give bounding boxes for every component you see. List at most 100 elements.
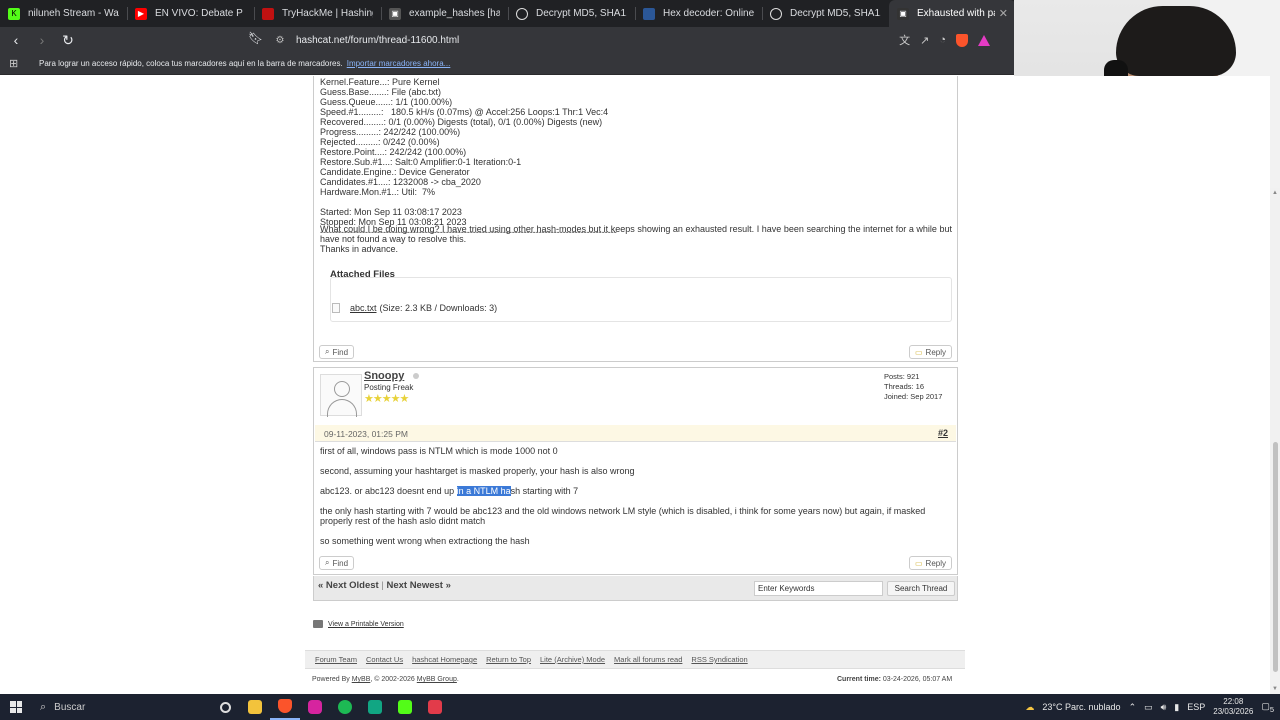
webcam-person-hair	[1116, 6, 1236, 76]
weather-icon[interactable]: ☁	[1025, 702, 1034, 713]
bookmarks-hint: Para lograr un acceso rápido, coloca tus…	[39, 59, 343, 68]
attachment-link[interactable]: abc.txt	[350, 303, 377, 313]
streaming-app-icon[interactable]	[360, 694, 390, 720]
thread-navigation: « Next Oldest | Next Newest » Enter Keyw…	[313, 576, 958, 601]
avatar[interactable]	[320, 374, 362, 417]
volume-icon[interactable]: 🔊︎	[1161, 702, 1167, 713]
user-stats: Posts: 921 Threads: 16 Joined: Sep 2017	[884, 372, 943, 401]
brave-rewards-icon[interactable]	[978, 34, 990, 46]
instagram-icon[interactable]	[300, 694, 330, 720]
language-indicator[interactable]: ESP	[1187, 702, 1205, 712]
printable-version: View a Printable Version	[313, 620, 404, 628]
status-line: Recovered........: 0/1 (0.00%) Digests (…	[320, 117, 603, 127]
footer-link[interactable]: Lite (Archive) Mode	[540, 655, 605, 664]
search-icon: ⌕	[325, 558, 330, 567]
tryhackme-icon	[262, 7, 274, 20]
browser-tab-active[interactable]: ▣Exhausted with passw✕	[889, 0, 1016, 27]
footer-link[interactable]: Mark all forums read	[614, 655, 682, 664]
spotify-icon[interactable]	[330, 694, 360, 720]
taskbar-search[interactable]: ⌕ Buscar	[40, 694, 210, 720]
footer-link[interactable]: Forum Team	[315, 655, 357, 664]
translate-icon[interactable]: 文	[899, 32, 910, 48]
mybb-link[interactable]: MyBB	[352, 676, 371, 683]
back-icon[interactable]: ‹	[6, 30, 26, 50]
reply-button[interactable]: ▭ Reply	[908, 556, 952, 570]
windows-start-icon[interactable]	[10, 701, 22, 713]
hashcat-status-output: Kernel.Feature...: Pure Kernel Guess.Base…	[320, 77, 952, 237]
system-tray: ☁ 23°C Parc. nublado ⌃ ▭ 🔊︎ ▮ ESP 22:08 2…	[1025, 697, 1280, 717]
find-button[interactable]: ⌕ Find	[319, 345, 355, 359]
search-thread-button[interactable]: Search Thread	[887, 581, 955, 596]
import-bookmarks-link[interactable]: Importar marcadores ahora...	[347, 59, 451, 68]
status-line: Kernel.Feature...: Pure Kernel	[320, 77, 440, 87]
reply-icon: ▭	[914, 558, 923, 568]
footer-link[interactable]: Return to Top	[486, 655, 531, 664]
mybb-group-link[interactable]: MyBB Group	[417, 676, 457, 683]
browser-tab[interactable]: ▣example_hashes [hashcat	[381, 0, 508, 27]
scroll-up-icon[interactable]: ▲	[1272, 190, 1278, 196]
text-selection: in a NTLM ha	[456, 486, 511, 496]
username-link[interactable]: Snoopy	[364, 370, 404, 382]
attached-files-box	[330, 277, 952, 322]
file-explorer-icon[interactable]	[240, 694, 270, 720]
network-icon[interactable]: ▭	[1144, 702, 1153, 713]
forward-icon[interactable]: ›	[32, 30, 52, 50]
browser-tab[interactable]: ▶ EN VIVO: Debate P	[127, 0, 254, 27]
battery-icon[interactable]: ▮	[1174, 702, 1179, 713]
status-line: Progress.........: 242/242 (100.00%)	[320, 127, 461, 137]
apps-grid-icon[interactable]: ⊞	[9, 57, 23, 70]
offline-status-icon	[413, 373, 419, 379]
task-view-icon[interactable]	[210, 694, 240, 720]
brave-browser-icon[interactable]	[270, 694, 300, 720]
browser-tab[interactable]: TryHackMe | Hashing Basic	[254, 0, 381, 27]
footer-link[interactable]: Contact Us	[366, 655, 403, 664]
notifications-icon[interactable]: ▢5	[1261, 701, 1274, 714]
reload-icon[interactable]: ↻	[58, 30, 78, 50]
browser-tab[interactable]: Kniluneh Stream - Watc	[0, 0, 127, 27]
user-title: Posting Freak	[364, 383, 414, 392]
page-content: Kernel.Feature...: Pure Kernel Guess.Base…	[0, 76, 1270, 694]
site-info-icon[interactable]: ⚙	[270, 35, 290, 46]
footer-link[interactable]: hashcat Homepage	[412, 655, 477, 664]
browser-tab[interactable]: Decrypt MD5, SHA1, MySQ	[762, 0, 889, 27]
status-line: Started: Mon Sep 11 03:08:17 2023	[320, 207, 462, 217]
search-icon: ⌕	[40, 700, 47, 713]
bookmark-icon[interactable]: 🔖︎	[248, 31, 263, 47]
chevron-up-icon[interactable]: ⌃	[1129, 702, 1137, 713]
share-icon[interactable]: ↗	[920, 34, 929, 47]
printable-version-link[interactable]: View a Printable Version	[328, 621, 404, 628]
next-newest-link[interactable]: Next Newest »	[386, 580, 450, 591]
post-body: first of all, windows pass is NTLM which…	[320, 446, 952, 556]
browser-tab[interactable]: Hex decoder: Online hexa	[635, 0, 762, 27]
post-question: What could I be doing wrong? I have trie…	[320, 224, 952, 254]
kick-app-icon[interactable]	[390, 694, 420, 720]
scrollbar-thumb[interactable]	[1273, 442, 1278, 672]
brave-shields-icon[interactable]	[956, 33, 968, 47]
url-text[interactable]: hashcat.net/forum/thread-11600.html	[296, 35, 459, 46]
clock[interactable]: 22:08 23/03/2026	[1213, 697, 1253, 717]
page-scrollbar[interactable]: ▲ ▼	[1270, 188, 1280, 694]
browser-toolbar: ‹ › ↻ 🔖︎ ⚙ hashcat.net/forum/thread-1160…	[0, 27, 1014, 53]
post-number-link[interactable]: #2	[938, 428, 948, 438]
status-line: Guess.Queue......: 1/1 (100.00%)	[320, 97, 453, 107]
find-button[interactable]: ⌕ Find	[319, 556, 355, 570]
status-line: Restore.Point....: 242/242 (100.00%)	[320, 147, 467, 157]
status-line: Speed.#1.........: 180.5 kH/s (0.07ms) @…	[320, 107, 609, 117]
footer-link[interactable]: RSS Syndication	[691, 655, 747, 664]
printer-icon	[313, 620, 323, 628]
thread-nav-links: « Next Oldest | Next Newest »	[318, 580, 451, 591]
status-line: Hardware.Mon.#1..: Util: 7%	[320, 187, 436, 197]
rss-icon[interactable]: ◔	[939, 34, 946, 46]
keywords-input[interactable]: Enter Keywords	[754, 581, 883, 596]
close-tab-icon[interactable]: ✕	[999, 7, 1008, 20]
weather-text[interactable]: 23°C Parc. nublado	[1042, 702, 1120, 712]
forum-footer: Forum Team Contact Us hashcat Homepage R…	[305, 650, 965, 669]
next-oldest-link[interactable]: « Next Oldest	[318, 580, 379, 591]
scroll-down-icon[interactable]: ▼	[1272, 686, 1278, 692]
address-bar[interactable]: ⚙ hashcat.net/forum/thread-11600.html 文 …	[270, 30, 990, 50]
browser-tab[interactable]: Decrypt MD5, SHA1, MySQ	[508, 0, 635, 27]
status-line: Candidate.Engine.: Device Generator	[320, 167, 470, 177]
recording-app-icon[interactable]	[420, 694, 450, 720]
reply-button[interactable]: ▭ Reply	[908, 345, 952, 359]
post-line-selected: abc123. or abc123 doesnt end up in a NTL…	[320, 486, 579, 496]
